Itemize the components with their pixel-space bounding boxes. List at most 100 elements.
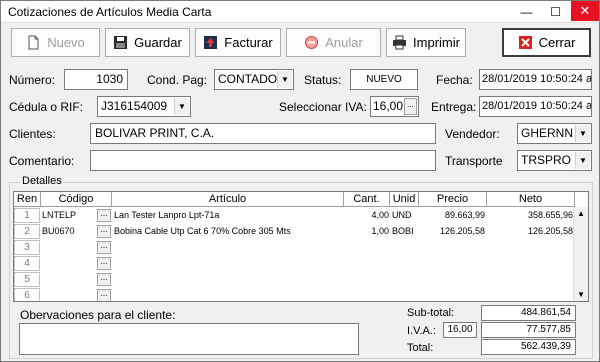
numero-label: Número: xyxy=(9,73,56,87)
cell-neto[interactable]: 126.205,58 xyxy=(487,224,573,239)
iva-select-field[interactable]: 16,00 ... xyxy=(370,96,419,117)
status-field: NUEVO xyxy=(350,69,418,90)
chevron-down-icon[interactable]: ▼ xyxy=(174,98,189,115)
cell-precio[interactable] xyxy=(419,256,485,271)
transporte-value: TRSPRO xyxy=(521,153,572,167)
cell-codigo[interactable] xyxy=(42,272,97,287)
cell-cant[interactable] xyxy=(344,240,389,255)
cell-articulo[interactable] xyxy=(114,256,342,271)
cell-cant[interactable]: 4,00 xyxy=(344,208,389,223)
cell-unid[interactable]: BOBI xyxy=(392,224,419,239)
quotation-window: Cotizaciones de Artículos Media Carta — … xyxy=(0,0,600,362)
codigo-lookup-button[interactable]: ... xyxy=(97,289,111,301)
cell-unid[interactable] xyxy=(392,256,419,271)
cell-neto[interactable] xyxy=(487,240,573,255)
cliente-field[interactable]: BOLIVAR PRINT, C.A. xyxy=(90,123,436,144)
iva-label: I.V.A.: xyxy=(407,325,436,337)
total-label: Total: xyxy=(407,342,434,354)
cell-articulo[interactable]: Bobina Cable Utp Cat 6 70% Cobre 305 Mts xyxy=(114,224,342,239)
vendedor-select[interactable]: GHERNN ▼ xyxy=(517,123,592,144)
window-title: Cotizaciones de Artículos Media Carta xyxy=(8,5,212,19)
maximize-button[interactable]: ☐ xyxy=(541,1,570,23)
cell-unid[interactable] xyxy=(392,240,419,255)
cell-neto[interactable] xyxy=(487,288,573,301)
fecha-label: Fecha: xyxy=(436,73,473,87)
cell-neto[interactable] xyxy=(487,272,573,287)
cell-precio[interactable] xyxy=(419,288,485,301)
iva-lookup-button[interactable]: ... xyxy=(404,98,417,115)
codigo-lookup-button[interactable]: ... xyxy=(97,241,111,254)
cell-articulo[interactable] xyxy=(114,288,342,301)
cerrar-button[interactable]: Cerrar xyxy=(502,28,591,57)
cell-cant[interactable] xyxy=(344,256,389,271)
cedula-value: J316154009 xyxy=(101,99,168,113)
guardar-button[interactable]: Guardar xyxy=(105,28,190,57)
cell-neto[interactable]: 358.655,96 xyxy=(487,208,573,223)
guardar-label: Guardar xyxy=(134,35,182,50)
cell-unid[interactable]: UND xyxy=(392,208,419,223)
codigo-lookup-button[interactable]: ... xyxy=(97,225,111,238)
cell-unid[interactable] xyxy=(392,272,419,287)
minimize-button[interactable]: — xyxy=(512,1,541,23)
close-window-button[interactable]: ✕ xyxy=(571,1,599,21)
cell-articulo[interactable]: Lan Tester Lanpro Lpt-71a xyxy=(114,208,342,223)
entrega-field[interactable]: 28/01/2019 10:50:24 a xyxy=(479,96,592,117)
row-number: 4 xyxy=(14,256,40,271)
chevron-down-icon[interactable]: ▼ xyxy=(575,152,590,169)
cell-cant[interactable] xyxy=(344,272,389,287)
scroll-down-arrow-icon[interactable]: ▼ xyxy=(574,288,588,301)
iva-rate-field: 16,00 xyxy=(443,322,477,338)
detalles-grid[interactable]: Ren Código Artículo Cant. Unid Precio Ne… xyxy=(13,191,589,302)
col-header-ren: Ren xyxy=(14,192,41,207)
cell-codigo[interactable]: BU0670 xyxy=(42,224,97,239)
scroll-up-arrow-icon[interactable]: ▲ xyxy=(574,207,588,221)
col-header-precio: Precio xyxy=(419,192,487,207)
cell-codigo[interactable] xyxy=(42,256,97,271)
cell-codigo[interactable] xyxy=(42,288,97,301)
codigo-lookup-button[interactable]: ... xyxy=(97,257,111,270)
comentario-field[interactable] xyxy=(90,150,436,171)
nuevo-button[interactable]: Nuevo xyxy=(11,28,100,57)
cell-precio[interactable] xyxy=(419,240,485,255)
cell-precio[interactable]: 126.205,58 xyxy=(419,224,485,239)
printer-icon xyxy=(392,35,407,50)
cell-codigo[interactable] xyxy=(42,240,97,255)
transporte-select[interactable]: TRSPRO ▼ xyxy=(517,150,592,171)
cell-unid[interactable] xyxy=(392,288,419,301)
vendedor-value: GHERNN xyxy=(521,126,574,140)
subtotal-label: Sub-total: xyxy=(407,307,455,319)
chevron-down-icon[interactable]: ▼ xyxy=(575,125,590,142)
transporte-label: Transporte xyxy=(445,154,503,168)
codigo-lookup-button[interactable]: ... xyxy=(97,273,111,286)
cell-neto[interactable] xyxy=(487,256,573,271)
total-value: 562.439,39 xyxy=(481,339,576,355)
codigo-lookup-button[interactable]: ... xyxy=(97,209,111,222)
cell-cant[interactable]: 1,00 xyxy=(344,224,389,239)
cell-precio[interactable]: 89.663,99 xyxy=(419,208,485,223)
grid-vertical-scrollbar[interactable]: ▲ ▼ xyxy=(573,207,588,301)
col-header-codigo: Código xyxy=(41,192,112,207)
invoice-upload-icon xyxy=(203,35,218,50)
fecha-field[interactable]: 28/01/2019 10:50:24 a xyxy=(479,69,592,90)
row-number: 2 xyxy=(14,224,40,239)
numero-field[interactable]: 1030 xyxy=(64,69,128,90)
cell-articulo[interactable] xyxy=(114,240,342,255)
detalles-title: Detalles xyxy=(20,175,64,187)
cell-cant[interactable] xyxy=(344,288,389,301)
anular-button[interactable]: Anular xyxy=(286,28,381,57)
nuevo-label: Nuevo xyxy=(47,35,85,50)
cond-pag-select[interactable]: CONTADO ▼ xyxy=(214,69,294,90)
facturar-button[interactable]: Facturar xyxy=(195,28,281,57)
chevron-down-icon[interactable]: ▼ xyxy=(277,71,292,88)
cell-articulo[interactable] xyxy=(114,272,342,287)
imprimir-button[interactable]: Imprimir xyxy=(386,28,466,57)
subtotal-value: 484.861,54 xyxy=(481,305,576,321)
comentario-label: Comentario: xyxy=(9,154,75,168)
facturar-label: Facturar xyxy=(224,35,273,50)
cond-pag-value: CONTADO xyxy=(218,72,278,86)
col-header-cant: Cant. xyxy=(344,192,390,207)
cedula-select[interactable]: J316154009 ▼ xyxy=(97,96,191,117)
cell-precio[interactable] xyxy=(419,272,485,287)
observaciones-textarea[interactable] xyxy=(19,323,359,355)
cell-codigo[interactable]: LNTELP xyxy=(42,208,97,223)
